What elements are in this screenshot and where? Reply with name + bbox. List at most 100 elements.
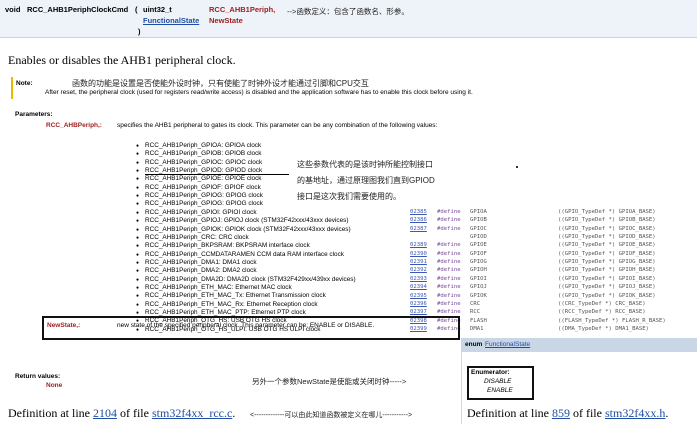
page-title: Enables or disables the AHB1 peripheral …	[8, 53, 236, 67]
code-line-number-link[interactable]: 02393	[410, 276, 427, 282]
definition-right-line-link[interactable]: 859	[552, 406, 570, 420]
code-line-number-link[interactable]: 02395	[410, 293, 427, 299]
code-line: 02391 #define GPIOG ((GPIO_TypeDef *) GPIOG…	[410, 259, 685, 267]
parameter-value-item: RCC_AHB1Periph_GPIOG: GPIOG clock	[136, 192, 263, 199]
parameter-value-item: RCC_AHB1Periph_GPIOJ: GPIOJ clock (STM32…	[136, 217, 348, 224]
code-line-number-link[interactable]: 02389	[410, 242, 427, 248]
code-macro-name: GPIOG	[470, 259, 487, 266]
code-macro-value: ((GPIO_TypeDef *) GPIOB_BASE)	[558, 217, 656, 224]
parameter-name: RCC_AHBPeriph,:	[46, 122, 102, 129]
code-define-keyword: #define	[437, 309, 461, 316]
code-macro-value: ((GPIO_TypeDef *) GPIOG_BASE)	[558, 259, 656, 266]
code-macro-value: ((CRC_TypeDef *) CRC_BASE)	[558, 300, 646, 307]
code-macro-name: GPIOE	[470, 242, 487, 249]
code-macro-name: CRC	[470, 300, 481, 307]
code-define-keyword: #define	[437, 267, 461, 274]
code-line-number-link[interactable]: 02397	[410, 309, 427, 315]
parameter-value-item: RCC_AHB1Periph_GPIOE: GPIOE clock	[136, 175, 261, 182]
code-macro-name: DMA1	[470, 325, 484, 332]
newstate-desc: new state of the specified peripheral cl…	[117, 322, 375, 329]
code-macro-name: GPIOF	[470, 250, 487, 257]
code-macro-name: GPIOC	[470, 225, 487, 232]
code-define-keyword: #define	[437, 242, 461, 249]
signature-param-1: RCC_AHB1Periph,	[209, 5, 276, 14]
parameter-value-item: RCC_AHB1Periph_GPIOB: GPIOB clock	[136, 150, 261, 157]
code-macro-name: GPIOA	[470, 209, 487, 215]
return-values-label: Return values:	[15, 373, 61, 380]
code-define-keyword: #define	[437, 250, 461, 257]
definition-left-file-link[interactable]: stm32f4xx_rcc.c	[152, 406, 232, 420]
parameter-value-item: RCC_AHB1Periph_CRC: CRC clock	[136, 234, 249, 241]
signature-type-2-link[interactable]: FunctionalState	[143, 16, 199, 25]
code-macro-value: ((GPIO_TypeDef *) GPIOF_BASE)	[558, 250, 656, 257]
parameter-value-item: RCC_AHB1Periph_GPIOD: GPIOD clock	[136, 167, 262, 174]
code-line: 02393 #define GPIOI ((GPIO_TypeDef *) GPIOI…	[410, 276, 685, 284]
code-macro-value: ((GPIO_TypeDef *) GPIOJ_BASE)	[558, 284, 656, 291]
code-line-number-link[interactable]: 02388	[410, 234, 427, 240]
code-line-number-link[interactable]: 02386	[410, 217, 427, 223]
code-define-keyword: #define	[437, 234, 461, 241]
definition-right-end: .	[665, 406, 669, 420]
code-macro-name: GPIOH	[470, 267, 487, 274]
code-line-number-link[interactable]: 02394	[410, 284, 427, 290]
code-macro-value: ((GPIO_TypeDef *) GPIOA_BASE)	[558, 209, 656, 215]
code-line: 02388 #define GPIOD ((GPIO_TypeDef *) GPIOD…	[410, 234, 685, 242]
code-macro-value: ((GPIO_TypeDef *) GPIOH_BASE)	[558, 267, 656, 274]
definition-right: Definition at line 859 of file stm32f4xx…	[467, 406, 668, 421]
code-define-keyword: #define	[437, 225, 461, 232]
code-line: 02386 #define GPIOB ((GPIO_TypeDef *) GPIOB…	[410, 217, 685, 225]
code-define-keyword: #define	[437, 259, 461, 266]
parameter-annotation-line-2: 的基地址，通过原理图我们直到GPIOD	[297, 176, 435, 185]
code-macro-name: FLASH	[470, 317, 487, 324]
definition-left: Definition at line 2104 of file stm32f4x…	[8, 406, 235, 421]
code-line: 02390 #define GPIOF ((GPIO_TypeDef *) GPIOF…	[410, 251, 685, 259]
return-values-value: None	[46, 382, 63, 389]
definition-left-prefix: Definition at line	[8, 406, 90, 420]
code-macro-value: ((RCC_TypeDef *) RCC_BASE)	[558, 309, 646, 316]
code-line: 02392 #define GPIOH ((GPIO_TypeDef *) GPIOH…	[410, 267, 685, 275]
definition-annotation: <-------------可以由此知道函数被定义在哪儿----------->	[250, 412, 413, 419]
code-line-number-link[interactable]: 02387	[410, 226, 427, 232]
code-define-keyword: #define	[437, 217, 461, 224]
parameter-value-item: RCC_AHB1Periph_DMA2: DMA2 clock	[136, 267, 256, 274]
signature-type-1: uint32_t	[143, 5, 172, 14]
parameter-value-item: RCC_AHB1Periph_GPIOI: GPIOI clock	[136, 209, 256, 216]
return-annotation: 另外一个参数NewState是使能或关闭时钟----->	[252, 377, 407, 386]
code-line-number-link[interactable]: 02385	[410, 209, 427, 215]
code-line-number-link[interactable]: 02392	[410, 267, 427, 273]
code-define-keyword: #define	[437, 284, 461, 291]
signature-param-2: NewState	[209, 16, 243, 25]
parameter-value-item: RCC_AHB1Periph_ETH_MAC_Rx: Ethernet Rece…	[136, 301, 318, 308]
signature-paren-open: (	[135, 5, 138, 14]
parameter-value-item: RCC_AHB1Periph_GPIOF: GPIOF clock	[136, 184, 261, 191]
code-macro-value: ((GPIO_TypeDef *) GPIOD_BASE)	[558, 234, 656, 241]
parameter-annotation-line-1: 这些参数代表的是该时钟所能控制接口	[297, 160, 433, 169]
code-define-keyword: #define	[437, 300, 461, 307]
code-macro-name: GPIOK	[470, 292, 487, 299]
marker-dot	[516, 166, 518, 168]
enumerator-label: Enumerator:	[471, 369, 510, 376]
note-accent-bar	[11, 77, 13, 99]
definition-left-end: .	[232, 406, 236, 420]
enumerator-value-disable: DISABLE	[484, 378, 512, 385]
parameter-value-item: RCC_AHB1Periph_ETH_MAC: Ethernet MAC clo…	[136, 284, 292, 291]
newstate-name: NewState,:	[47, 322, 81, 329]
code-line-number-link[interactable]: 02390	[410, 251, 427, 257]
note-label: Note:	[16, 80, 33, 87]
code-line-number-link[interactable]: 02391	[410, 259, 427, 265]
definition-left-line-link[interactable]: 2104	[93, 406, 117, 420]
parameter-value-item: RCC_AHB1Periph_DMA1: DMA1 clock	[136, 259, 256, 266]
code-line: 02387 #define GPIOC ((GPIO_TypeDef *) GPIOC…	[410, 226, 685, 234]
enumerator-value-enable: ENABLE	[487, 387, 513, 394]
definition-right-file-link[interactable]: stm32f4xx.h	[605, 406, 665, 420]
underline-gpiod	[145, 174, 289, 175]
definition-left-mid: of file	[119, 406, 149, 420]
parameter-value-item: RCC_AHB1Periph_GPIOC: GPIOC clock	[136, 159, 262, 166]
code-define-keyword: #define	[437, 292, 461, 299]
definition-right-prefix: Definition at line	[467, 406, 549, 420]
code-line: 02394 #define GPIOJ ((GPIO_TypeDef *) GPIOJ…	[410, 284, 685, 292]
enum-functionalstate-link[interactable]: FunctionalState	[485, 341, 530, 348]
code-macro-name: GPIOI	[470, 275, 487, 282]
code-line-number-link[interactable]: 02396	[410, 301, 427, 307]
signature-function-name: RCC_AHB1PeriphClockCmd	[27, 5, 129, 14]
